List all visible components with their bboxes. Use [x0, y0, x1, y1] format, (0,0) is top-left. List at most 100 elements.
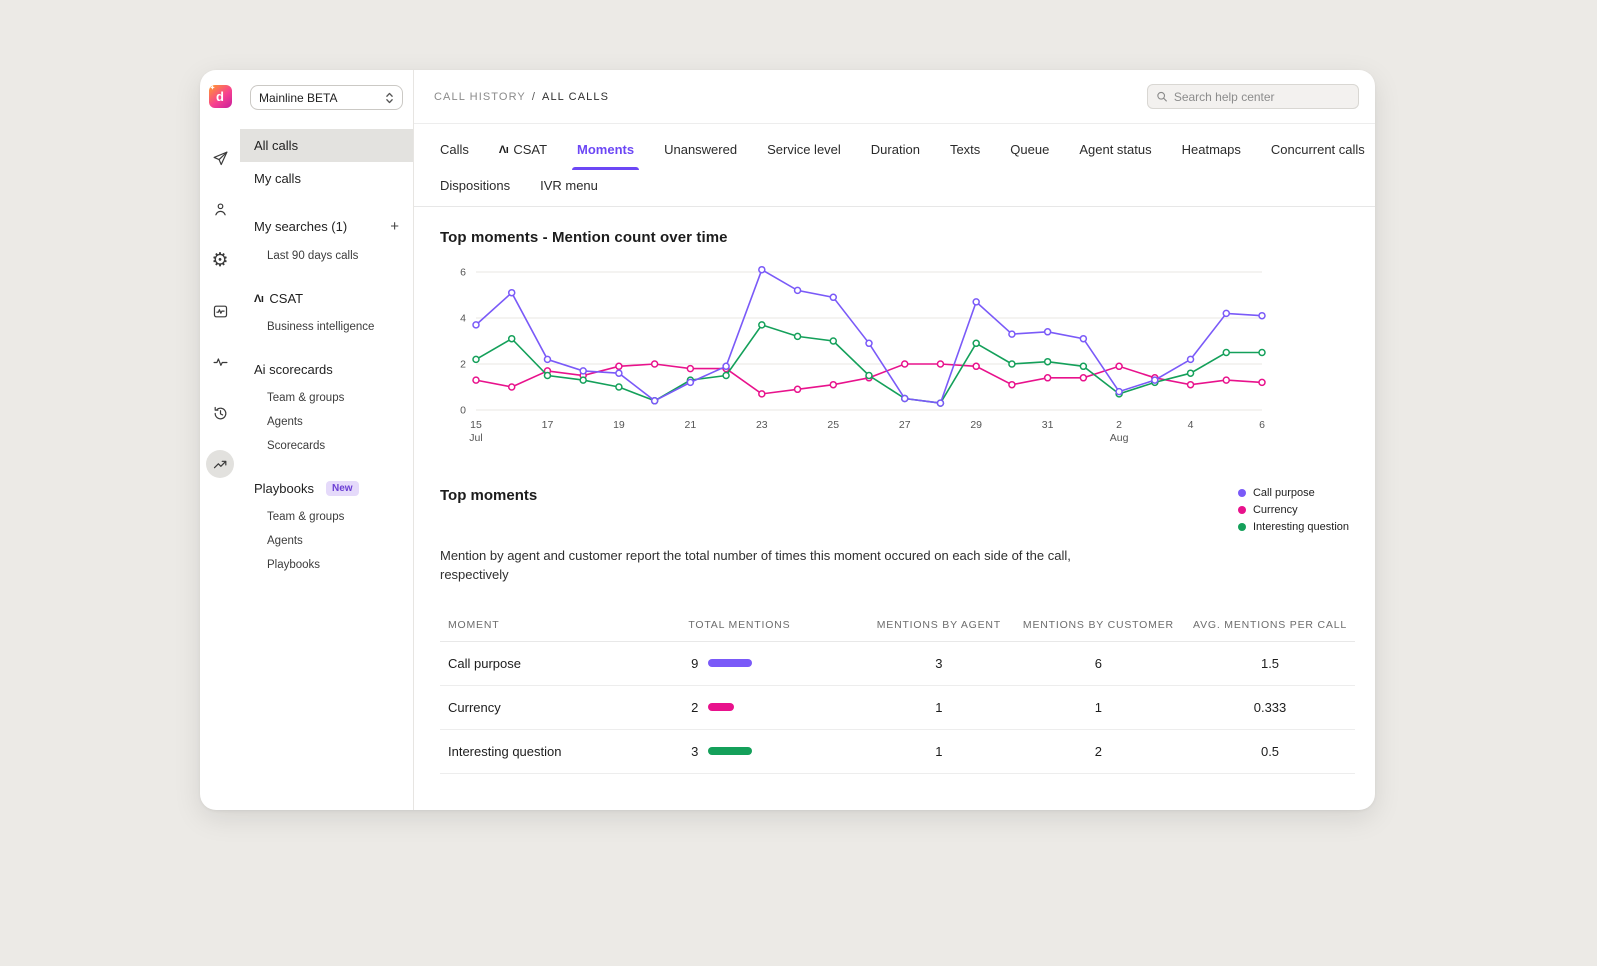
sidebar-item-team-groups[interactable]: Team & groups: [240, 386, 413, 410]
tab-service-level[interactable]: Service level: [767, 134, 841, 170]
chevron-updown-icon: [385, 91, 394, 105]
sidebar: Mainline BETA All calls My calls My sear…: [240, 70, 414, 810]
sidebar-item-last-90-days-calls[interactable]: Last 90 days calls: [240, 244, 413, 268]
svg-text:4: 4: [1188, 419, 1194, 431]
tab-texts[interactable]: Texts: [950, 134, 980, 170]
legend-item-interesting-question: Interesting question: [1238, 521, 1349, 533]
breadcrumb-separator: /: [532, 91, 536, 103]
cell-avg: 1.5: [1185, 641, 1355, 685]
svg-text:29: 29: [970, 419, 982, 431]
main-content: CALL HISTORY / ALL CALLS Calls Λı CSAT Mom…: [414, 70, 1375, 810]
app-logo[interactable]: ✦ d: [209, 85, 232, 108]
sidebar-item-playbooks-playbooks[interactable]: Playbooks: [240, 553, 413, 577]
legend-item-call-purpose: Call purpose: [1238, 487, 1349, 499]
tab-agent-status[interactable]: Agent status: [1079, 134, 1151, 170]
trending-up-icon[interactable]: [206, 450, 234, 478]
total-bar: [708, 747, 752, 755]
svg-text:0: 0: [460, 405, 466, 417]
cell-by-agent: 1: [866, 685, 1012, 729]
gear-icon[interactable]: ⚙: [206, 246, 234, 274]
sidebar-item-playbooks-team-groups[interactable]: Team & groups: [240, 505, 413, 529]
sidebar-item-playbooks[interactable]: Playbooks New: [240, 472, 413, 505]
cell-by-agent: 3: [866, 641, 1012, 685]
sidebar-item-agents[interactable]: Agents: [240, 410, 413, 434]
sidebar-item-scorecards[interactable]: Scorecards: [240, 434, 413, 458]
table-row-call-purpose[interactable]: Call purpose 9 3 6 1.5: [440, 641, 1355, 685]
cell-avg: 0.5: [1185, 729, 1355, 773]
cell-by-customer: 2: [1012, 729, 1185, 773]
ai-icon: Λı: [499, 144, 508, 156]
cell-moment: Call purpose: [440, 641, 680, 685]
svg-text:19: 19: [613, 419, 625, 431]
main-header: CALL HISTORY / ALL CALLS: [414, 70, 1375, 124]
workspace-selector[interactable]: Mainline BETA: [250, 85, 403, 110]
legend-label: Call purpose: [1253, 487, 1315, 499]
chart-legend: Call purpose Currency Interesting questi…: [1238, 487, 1355, 533]
moments-line-chart: 024615Jul17192123252729312Aug46: [440, 260, 1270, 456]
tab-queue[interactable]: Queue: [1010, 134, 1049, 170]
tab-concurrent-calls[interactable]: Concurrent calls: [1271, 134, 1365, 170]
header-total-mentions: TOTAL MENTIONS: [680, 609, 866, 642]
svg-text:21: 21: [685, 419, 697, 431]
tab-dispositions[interactable]: Dispositions: [440, 170, 510, 206]
tab-heatmaps[interactable]: Heatmaps: [1182, 134, 1241, 170]
header-mentions-by-customer: MENTIONS BY CUSTOMER: [1012, 609, 1185, 642]
sidebar-item-csat[interactable]: Λı CSAT: [240, 282, 413, 315]
tab-duration[interactable]: Duration: [871, 134, 920, 170]
sidebar-item-my-searches[interactable]: My searches (1) +: [240, 209, 413, 244]
help-search-box[interactable]: [1147, 84, 1359, 109]
moments-table: MOMENT TOTAL MENTIONS MENTIONS BY AGENT …: [440, 609, 1355, 774]
workspace-name: Mainline BETA: [259, 91, 337, 105]
breadcrumb-current: ALL CALLS: [542, 91, 609, 103]
cell-total: 2: [680, 685, 866, 729]
tab-ivr-menu[interactable]: IVR menu: [540, 170, 598, 206]
legend-label: Interesting question: [1253, 521, 1349, 533]
chart-doc-icon[interactable]: [206, 297, 234, 325]
cell-moment: Interesting question: [440, 729, 680, 773]
sidebar-item-playbooks-agents[interactable]: Agents: [240, 529, 413, 553]
sidebar-item-business-intelligence[interactable]: Business intelligence: [240, 315, 413, 339]
legend-dot-green: [1238, 523, 1246, 531]
add-search-button[interactable]: +: [388, 218, 401, 235]
pulse-icon[interactable]: [206, 348, 234, 376]
cell-moment: Currency: [440, 685, 680, 729]
cell-by-customer: 1: [1012, 685, 1185, 729]
icon-rail: ✦ d ⚙: [200, 70, 240, 810]
history-icon[interactable]: [206, 399, 234, 427]
tab-bar: Calls Λı CSAT Moments Unanswered Service…: [414, 124, 1375, 207]
svg-text:25: 25: [827, 419, 839, 431]
table-row-currency[interactable]: Currency 2 1 1 0.333: [440, 685, 1355, 729]
svg-text:2: 2: [460, 359, 466, 371]
sidebar-nav: All calls My calls My searches (1) + Las…: [240, 129, 413, 577]
search-icon: [1156, 90, 1168, 103]
sidebar-item-all-calls[interactable]: All calls: [240, 129, 413, 162]
table-row-interesting-question[interactable]: Interesting question 3 1 2 0.5: [440, 729, 1355, 773]
sidebar-item-label: My searches (1): [254, 219, 382, 234]
send-icon[interactable]: [206, 144, 234, 172]
cell-total: 3: [680, 729, 866, 773]
cell-total: 9: [680, 641, 866, 685]
svg-text:15: 15: [470, 419, 482, 431]
header-avg-mentions: AVG. MENTIONS PER CALL: [1185, 609, 1355, 642]
header-mentions-by-agent: MENTIONS BY AGENT: [866, 609, 1012, 642]
total-value: 9: [688, 656, 698, 671]
section-description: Mention by agent and customer report the…: [440, 547, 1080, 585]
svg-text:6: 6: [460, 267, 466, 279]
total-value: 2: [688, 700, 698, 715]
svg-text:2: 2: [1116, 419, 1122, 431]
chart-wrap: 024615Jul17192123252729312Aug46: [440, 260, 1355, 461]
total-bar: [708, 659, 752, 667]
breadcrumb-section[interactable]: CALL HISTORY: [434, 91, 526, 103]
table-header-row: MOMENT TOTAL MENTIONS MENTIONS BY AGENT …: [440, 609, 1355, 642]
sidebar-item-my-calls[interactable]: My calls: [240, 162, 413, 195]
svg-text:4: 4: [460, 313, 466, 325]
tab-csat[interactable]: Λı CSAT: [499, 134, 547, 170]
tab-unanswered[interactable]: Unanswered: [664, 134, 737, 170]
logo-letter: d: [216, 89, 224, 104]
user-icon[interactable]: [206, 195, 234, 223]
tab-calls[interactable]: Calls: [440, 134, 469, 170]
sidebar-item-ai-scorecards[interactable]: Ai scorecards: [240, 353, 413, 386]
svg-text:17: 17: [542, 419, 554, 431]
search-input[interactable]: [1174, 90, 1350, 104]
tab-moments[interactable]: Moments: [577, 134, 634, 170]
